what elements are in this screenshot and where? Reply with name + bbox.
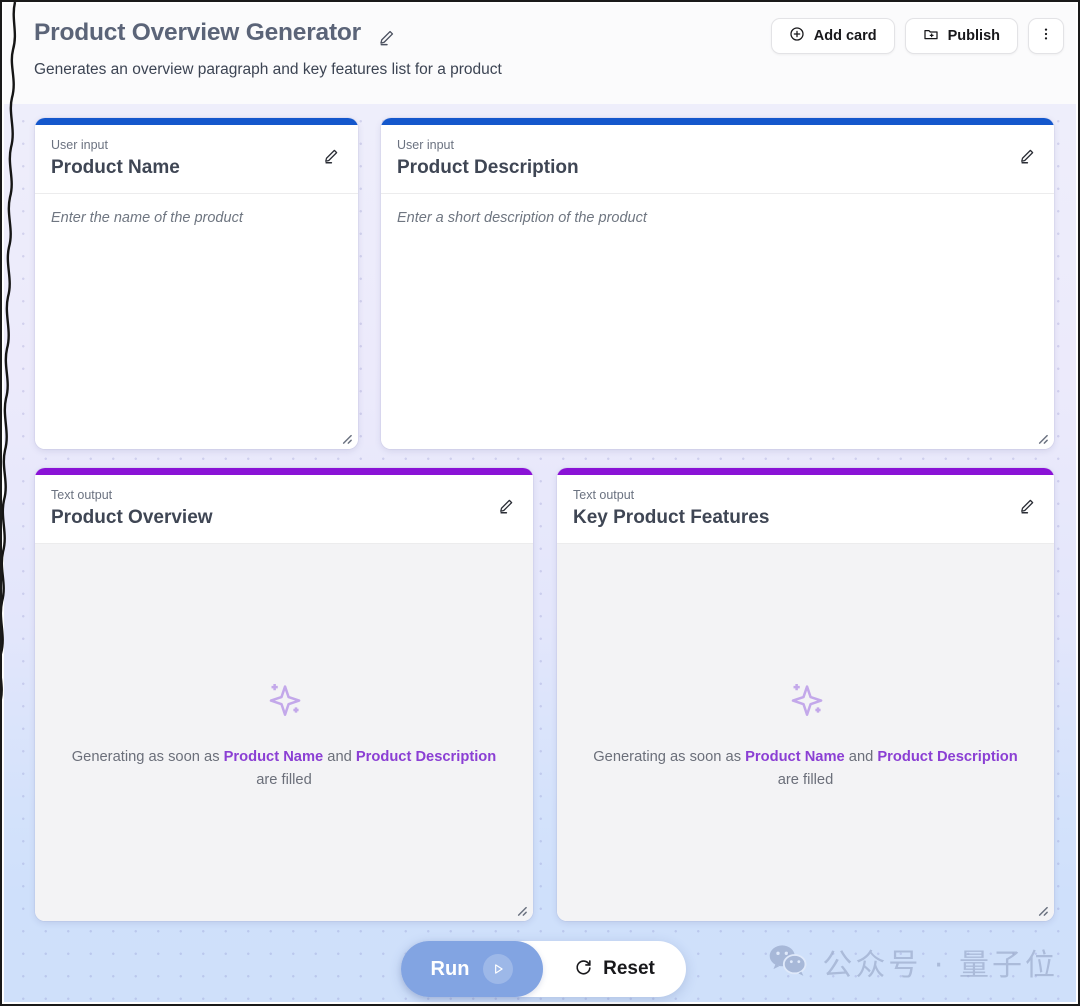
reset-label: Reset xyxy=(603,958,655,979)
card-edit-pencil-icon[interactable] xyxy=(1016,145,1038,167)
gen-middle: and xyxy=(844,748,878,765)
gen-prefix: Generating as soon as xyxy=(71,748,224,765)
card-edit-pencil-icon[interactable] xyxy=(320,145,342,167)
card-resize-handle[interactable] xyxy=(1034,430,1049,445)
card-header: User input Product Description xyxy=(381,125,1054,194)
run-label: Run xyxy=(430,957,470,980)
card-edit-pencil-icon[interactable] xyxy=(495,495,517,517)
card-kicker: User input xyxy=(397,138,454,152)
card-title: Product Overview xyxy=(51,506,213,528)
page-subtitle: Generates an overview paragraph and key … xyxy=(34,61,502,78)
card-key-product-features[interactable]: Text output Key Product Features Generat… xyxy=(557,468,1054,921)
gen-ref-product-description: Product Description xyxy=(877,748,1018,765)
more-vertical-icon xyxy=(1038,26,1054,46)
gen-suffix: are filled xyxy=(256,771,312,788)
more-options-button[interactable] xyxy=(1028,18,1064,54)
page-title: Product Overview Generator xyxy=(34,19,362,46)
header-actions: Add card Publish xyxy=(770,18,1064,54)
card-product-name[interactable]: User input Product Name Enter the name o… xyxy=(35,118,358,449)
plus-circle-icon xyxy=(789,26,805,46)
card-body[interactable]: Generating as soon as Product Name and P… xyxy=(35,543,533,921)
card-product-description[interactable]: User input Product Description Enter a s… xyxy=(381,118,1054,449)
card-product-overview[interactable]: Text output Product Overview Generating … xyxy=(35,468,533,921)
play-icon xyxy=(483,954,514,984)
run-control-bar: Run Reset xyxy=(401,941,686,997)
card-resize-handle[interactable] xyxy=(1034,902,1049,917)
card-kicker: Text output xyxy=(573,488,635,502)
card-edit-pencil-icon[interactable] xyxy=(1016,495,1038,517)
card-body[interactable]: Enter a short description of the product xyxy=(381,193,1054,449)
card-resize-handle[interactable] xyxy=(338,430,353,445)
publish-label: Publish xyxy=(947,28,1000,44)
gen-ref-product-name: Product Name xyxy=(745,748,845,765)
run-button[interactable]: Run xyxy=(401,941,543,997)
gen-ref-product-name: Product Name xyxy=(223,748,324,765)
gen-ref-product-description: Product Description xyxy=(355,748,497,765)
card-accent-bar xyxy=(557,468,1054,475)
card-kicker: Text output xyxy=(51,488,113,502)
card-resize-handle[interactable] xyxy=(513,902,528,917)
gen-prefix: Generating as soon as xyxy=(593,748,746,765)
card-header: Text output Key Product Features xyxy=(557,475,1054,544)
product-description-placeholder: Enter a short description of the product xyxy=(397,209,647,226)
generating-message: Generating as soon as Product Name and P… xyxy=(571,746,1041,792)
card-accent-bar xyxy=(381,118,1054,125)
sparkle-icon xyxy=(781,673,831,728)
wechat-icon xyxy=(768,943,808,982)
reset-button[interactable]: Reset xyxy=(543,941,686,997)
generating-message: Generating as soon as Product Name and P… xyxy=(49,746,519,792)
card-body[interactable]: Enter the name of the product xyxy=(35,193,358,449)
card-header: User input Product Name xyxy=(35,125,358,194)
watermark: 公众号 · 量子位 xyxy=(768,940,1058,984)
card-accent-bar xyxy=(35,468,533,475)
sparkle-icon xyxy=(259,673,309,728)
card-body[interactable]: Generating as soon as Product Name and P… xyxy=(557,543,1054,921)
add-card-button[interactable]: Add card xyxy=(770,18,895,54)
app-screenshot-frame: Product Overview Generator Generates an … xyxy=(0,0,1080,1006)
refresh-icon xyxy=(574,957,593,981)
card-kicker: User input xyxy=(51,138,108,152)
publish-button[interactable]: Publish xyxy=(904,18,1018,54)
gen-middle: and xyxy=(323,748,356,765)
gen-suffix: are filled xyxy=(777,771,834,788)
publish-folder-icon xyxy=(923,26,939,46)
flow-canvas[interactable]: User input Product Name Enter the name o… xyxy=(4,104,1076,1002)
app-header: Product Overview Generator Generates an … xyxy=(4,4,1076,104)
add-card-label: Add card xyxy=(813,28,877,44)
card-accent-bar xyxy=(35,118,358,125)
product-name-placeholder: Enter the name of the product xyxy=(51,209,243,226)
title-edit-pencil-icon[interactable] xyxy=(375,26,397,48)
card-header: Text output Product Overview xyxy=(35,475,533,544)
card-title: Key Product Features xyxy=(573,506,770,528)
watermark-text: 公众号 · 量子位 xyxy=(822,948,1058,983)
card-title: Product Description xyxy=(397,156,579,178)
card-title: Product Name xyxy=(51,156,180,178)
